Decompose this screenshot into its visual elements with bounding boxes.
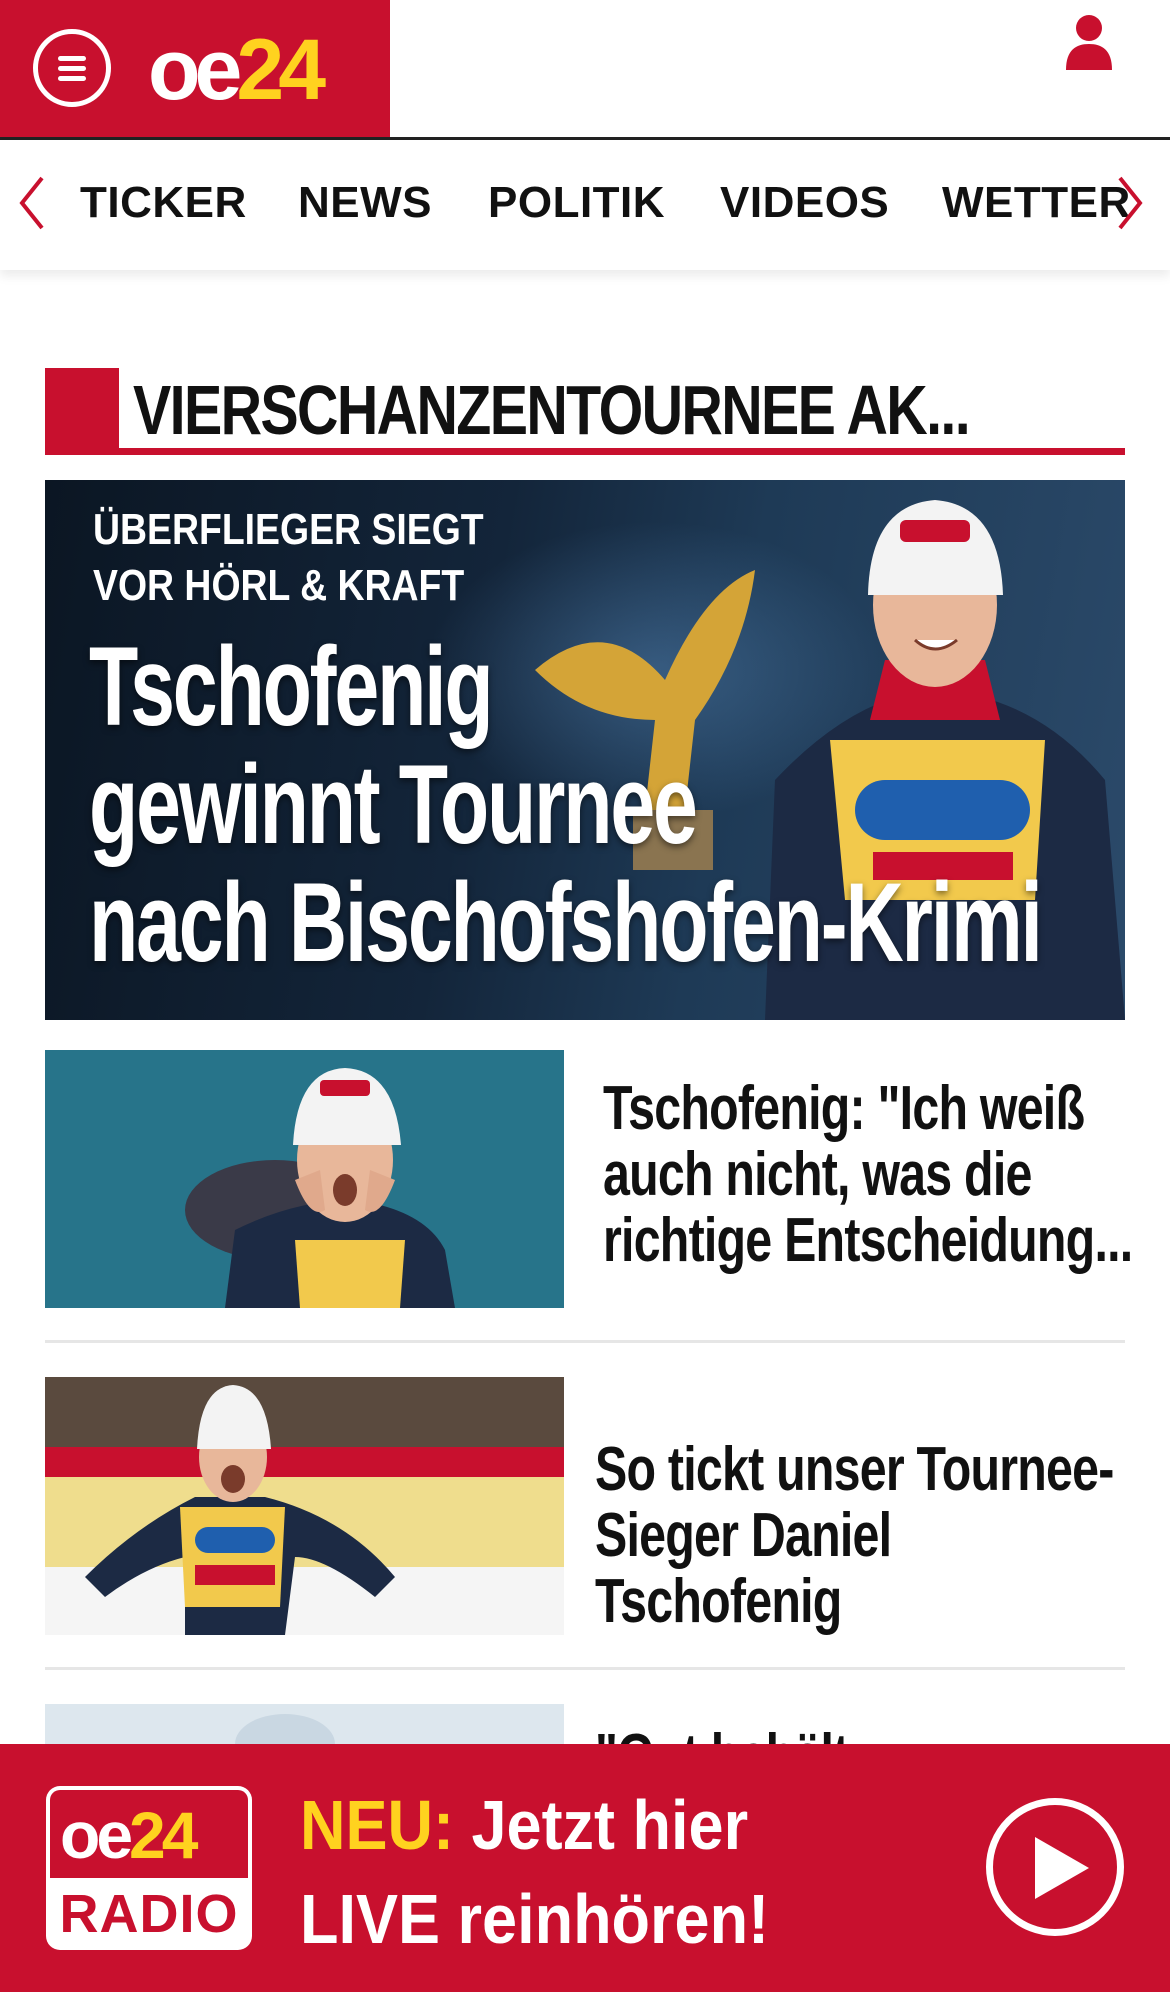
section-underline bbox=[45, 448, 1125, 455]
article-title[interactable]: Tschofenig: "Ich weiß auch nicht, was di… bbox=[603, 1076, 1149, 1274]
hero-kicker: ÜBERFLIEGER SIEGT VOR HÖRL & KRAFT bbox=[93, 502, 484, 614]
site-header: oe24 bbox=[0, 0, 1170, 140]
site-logo[interactable]: oe24 bbox=[148, 20, 326, 120]
chevron-left-icon[interactable] bbox=[18, 176, 46, 230]
chevron-right-icon[interactable] bbox=[1116, 176, 1144, 230]
hero-article[interactable]: ÜBERFLIEGER SIEGT VOR HÖRL & KRAFT Tscho… bbox=[45, 480, 1125, 1020]
article-divider bbox=[45, 1667, 1125, 1670]
logo-block: oe24 bbox=[0, 0, 390, 138]
radio-neu-label: NEU: bbox=[300, 1786, 454, 1864]
logo-oe: oe bbox=[148, 22, 242, 118]
category-nav: TICKER NEWS POLITIK VIDEOS WETTER bbox=[0, 140, 1170, 270]
article-divider bbox=[45, 1340, 1125, 1343]
nav-item-wetter[interactable]: WETTER bbox=[942, 178, 1131, 228]
article-title[interactable]: So tickt unser Tournee-Sieger Daniel Tsc… bbox=[595, 1437, 1141, 1635]
hero-kicker-line2: VOR HÖRL & KRAFT bbox=[93, 561, 465, 610]
hero-headline: Tschofenig gewinnt Tournee nach Bischofs… bbox=[89, 624, 1043, 985]
nav-item-news[interactable]: NEWS bbox=[298, 178, 432, 228]
user-icon[interactable] bbox=[1064, 14, 1114, 70]
radio-logo-top: oe24 bbox=[46, 1786, 252, 1878]
section-marker bbox=[45, 368, 119, 454]
article-item[interactable]: So tickt unser Tournee-Sieger Daniel Tsc… bbox=[45, 1377, 1125, 1635]
nav-item-politik[interactable]: POLITIK bbox=[488, 178, 665, 228]
section-title: VIERSCHANZENTOURNEE AK... bbox=[133, 371, 971, 449]
hamburger-menu-icon[interactable] bbox=[33, 29, 111, 107]
radio-logo[interactable]: oe24 RADIO bbox=[46, 1786, 252, 1950]
article-thumbnail bbox=[45, 1050, 564, 1308]
radio-banner[interactable]: oe24 RADIO NEU: Jetzt hier LIVE reinhöre… bbox=[0, 1744, 1170, 1992]
nav-item-ticker[interactable]: TICKER bbox=[80, 178, 247, 228]
nav-item-videos[interactable]: VIDEOS bbox=[720, 178, 889, 228]
hero-headline-line1: Tschofenig bbox=[89, 624, 494, 749]
radio-cta-line1: NEU: Jetzt hier bbox=[300, 1778, 769, 1872]
radio-logo-oe: oe bbox=[60, 1798, 133, 1872]
article-thumbnail bbox=[45, 1377, 564, 1635]
play-icon bbox=[1035, 1837, 1089, 1899]
radio-cta-line1-rest: Jetzt hier bbox=[453, 1786, 749, 1864]
logo-24: 24 bbox=[236, 22, 326, 118]
hero-headline-line2: gewinnt Tournee bbox=[89, 742, 698, 867]
radio-logo-24: 24 bbox=[129, 1798, 198, 1872]
radio-logo-text: oe24 bbox=[60, 1792, 198, 1878]
radio-cta-text[interactable]: NEU: Jetzt hier LIVE reinhören! bbox=[300, 1778, 769, 1966]
hero-kicker-line1: ÜBERFLIEGER SIEGT bbox=[93, 505, 484, 554]
play-button[interactable] bbox=[986, 1798, 1124, 1936]
hero-headline-line3: nach Bischofshofen-Krimi bbox=[89, 860, 1043, 985]
radio-cta-line2: LIVE reinhören! bbox=[300, 1880, 770, 1958]
radio-logo-label: RADIO bbox=[46, 1878, 252, 1950]
article-item[interactable]: Tschofenig: "Ich weiß auch nicht, was di… bbox=[45, 1050, 1133, 1308]
section-header[interactable]: VIERSCHANZENTOURNEE AK... bbox=[45, 368, 1125, 456]
